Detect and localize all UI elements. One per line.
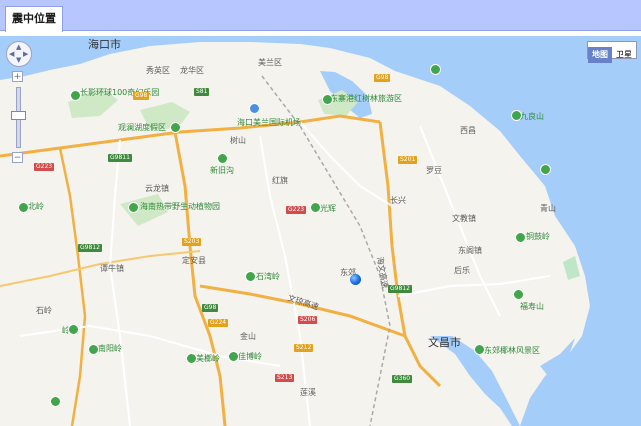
label-changxin: 长兴 — [390, 196, 406, 205]
label-shushan: 树山 — [230, 136, 246, 145]
shield-g98a: G98 — [133, 92, 150, 100]
map-type-satellite-button[interactable]: 卫星 — [612, 47, 636, 63]
tab-bar: 震中位置 — [0, 0, 641, 32]
poi-nanyang-icon — [88, 344, 99, 355]
poi-baiqu-icon — [430, 64, 441, 75]
label-xinlong: 新旧沟 — [210, 166, 234, 175]
poi-qingshan-icon — [540, 164, 551, 175]
pan-left-icon[interactable]: ◀ — [9, 51, 14, 58]
label-lianxi: 莲溪 — [300, 388, 316, 397]
shield-g9812b: G9812 — [388, 285, 412, 293]
label-yunlong: 云龙镇 — [145, 184, 169, 193]
shield-s201: S201 — [398, 156, 418, 164]
poi-shanshan-icon — [186, 353, 197, 364]
shield-s203: S203 — [182, 238, 202, 246]
label-tonggu: 铜鼓岭 — [526, 232, 550, 241]
label-jinshan: 金山 — [240, 332, 256, 341]
label-tanan: 谭牛镇 — [100, 264, 124, 273]
poi-tonggu-icon — [515, 232, 526, 243]
poi-haitangwan-icon — [128, 202, 139, 213]
poi-shikou-icon — [245, 271, 256, 282]
pan-control[interactable]: ▲ ▼ ◀ ▶ — [6, 41, 32, 67]
label-nanyang: 南阳岭 — [98, 344, 122, 353]
shield-g223a: G223 — [34, 163, 55, 171]
poi-jiabing-icon — [228, 351, 239, 362]
poi-changying-icon — [70, 90, 81, 101]
shield-s81: S81 — [194, 88, 210, 96]
label-haitangwan: 海南热带野生动植物园 — [140, 202, 220, 211]
label-jiabing: 佳博岭 — [238, 352, 262, 361]
shield-g9811: G9811 — [108, 154, 132, 162]
map-view[interactable]: 海口市 秀英区 龙华区 美兰区 长影环球100奇幻乐园 观澜湖度假区 海口美兰国… — [0, 36, 641, 426]
shield-s206: S206 — [298, 316, 318, 324]
poi-beiling-icon — [18, 202, 29, 213]
shield-g98b: G98 — [374, 74, 391, 82]
shield-s212: S212 — [294, 344, 314, 352]
label-xichang: 西昌 — [460, 126, 476, 135]
poi-guanghui-icon — [310, 202, 321, 213]
shield-g223b: G223 — [286, 206, 307, 214]
label-jiudingling: 九良山 — [520, 112, 544, 121]
label-haikou: 海口市 — [88, 38, 121, 51]
zoom-in-button[interactable]: + — [12, 71, 23, 82]
label-shikou: 石湾岭 — [256, 272, 280, 281]
label-shiling: 石岭 — [36, 306, 52, 315]
zoom-slider-handle[interactable] — [11, 111, 26, 120]
shield-g98c: G98 — [202, 304, 219, 312]
poi-xinlong-icon — [217, 153, 228, 164]
label-wenchang: 文昌市 — [428, 336, 461, 349]
poi-shilou-icon — [50, 396, 61, 407]
label-meilan: 美兰区 — [258, 58, 282, 67]
tab-epicenter-location[interactable]: 震中位置 — [5, 6, 63, 32]
airport-icon — [249, 103, 260, 114]
label-fushan: 福寿山 — [520, 302, 544, 311]
poi-guanlan-icon — [170, 122, 181, 133]
epicenter-marker[interactable] — [350, 274, 361, 285]
label-dingan: 定安县 — [182, 256, 206, 265]
pan-down-icon[interactable]: ▼ — [16, 57, 21, 64]
pan-right-icon[interactable]: ▶ — [23, 51, 28, 58]
pan-up-icon[interactable]: ▲ — [16, 44, 21, 51]
label-guanghui: 光辉 — [320, 204, 336, 213]
label-shanshan: 美榔岭 — [196, 354, 220, 363]
poi-wenchang-tourism-icon — [474, 344, 485, 355]
map-type-map-button[interactable]: 地图 — [588, 47, 612, 63]
label-luodou: 罗豆 — [426, 166, 442, 175]
label-dongzhaigang: 东寨港红树林旅游区 — [330, 94, 402, 103]
poi-fushan-icon — [513, 289, 524, 300]
shield-s213: S213 — [275, 374, 295, 382]
shield-g224: G224 — [208, 319, 229, 327]
poi-jiudingling-icon — [511, 110, 522, 121]
label-qingshan: 青山 — [540, 204, 556, 213]
label-wenchang-tourism: 东郊椰林风景区 — [484, 346, 540, 355]
label-longhua: 龙华区 — [180, 66, 204, 75]
label-hongqi: 红旗 — [272, 176, 288, 185]
label-dongge: 东阁镇 — [458, 246, 482, 255]
label-beiling: 北岭 — [28, 202, 44, 211]
label-xiuying: 秀英区 — [146, 66, 170, 75]
shield-g360: G360 — [392, 375, 413, 383]
zoom-out-button[interactable]: − — [12, 152, 23, 163]
label-airport: 海口美兰国际机场 — [237, 118, 301, 127]
poi-lingding-icon — [68, 324, 79, 335]
label-houle: 后乐 — [454, 266, 470, 275]
shield-g9812a: G9812 — [78, 244, 102, 252]
poi-dongzhaigang-icon — [322, 94, 333, 105]
label-wenjiao: 文教镇 — [452, 214, 476, 223]
label-guanlan: 观澜湖度假区 — [118, 123, 166, 132]
map-type-switch[interactable]: 地图 卫星 — [587, 41, 637, 63]
